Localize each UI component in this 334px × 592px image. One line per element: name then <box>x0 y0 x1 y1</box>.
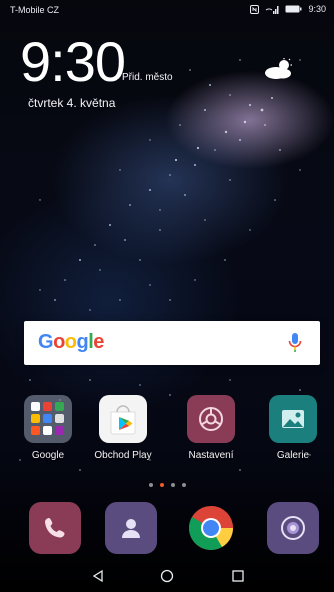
chrome-icon <box>185 502 237 554</box>
status-icons: 9:30 <box>250 4 326 14</box>
signal-icon <box>265 5 279 14</box>
google-logo-g2: g <box>76 331 89 353</box>
settings-icon <box>187 395 235 443</box>
dock-contacts[interactable] <box>96 502 166 554</box>
home-screen: T-Mobile CZ 9:30 9:30 Přid. město čtvrte… <box>0 0 334 592</box>
app-play-store[interactable]: Obchod Play <box>88 395 158 461</box>
navigation-bar <box>0 560 334 592</box>
app-label: Nastavení <box>188 450 234 461</box>
nfc-icon <box>250 4 260 14</box>
home-icon[interactable] <box>155 564 179 588</box>
clock-time[interactable]: 9:30 <box>20 34 126 90</box>
carrier-name: T-Mobile CZ <box>10 5 60 15</box>
app-label: Obchod Play <box>94 450 152 461</box>
recents-icon[interactable] <box>226 564 250 588</box>
google-logo-g1: G <box>38 331 54 353</box>
dock-chrome[interactable] <box>176 502 246 554</box>
google-logo-e: e <box>93 331 104 353</box>
page-indicator <box>0 483 334 487</box>
google-search-bar[interactable]: Google <box>24 321 320 365</box>
page-dot[interactable] <box>148 483 153 487</box>
phone-icon <box>29 502 81 554</box>
page-dot[interactable] <box>170 483 175 487</box>
app-label: Galerie <box>276 450 310 461</box>
page-dot-active[interactable] <box>159 483 164 487</box>
status-time: 9:30 <box>308 4 326 14</box>
microphone-icon[interactable] <box>286 331 304 355</box>
dock-phone[interactable] <box>20 502 90 554</box>
clock-city: Přid. město <box>122 72 173 83</box>
partly-cloudy-icon[interactable] <box>262 58 296 80</box>
back-icon[interactable] <box>86 564 110 588</box>
dock-camera[interactable] <box>258 502 328 554</box>
google-logo-o2: o <box>64 331 77 353</box>
app-settings[interactable]: Nastavení <box>176 395 246 461</box>
status-bar: T-Mobile CZ 9:30 <box>0 0 334 20</box>
clock-date[interactable]: čtvrtek 4. května <box>28 96 115 110</box>
app-google-folder[interactable]: Google <box>13 395 83 461</box>
play-store-icon <box>99 395 147 443</box>
battery-icon <box>285 5 302 13</box>
google-logo: Google <box>38 331 104 354</box>
page-dot[interactable] <box>181 483 186 487</box>
gallery-icon <box>269 395 317 443</box>
contacts-icon <box>105 502 157 554</box>
google-folder-icon <box>24 395 72 443</box>
app-label: Google <box>31 450 65 461</box>
camera-icon <box>267 502 319 554</box>
google-logo-o1: o <box>53 331 65 353</box>
app-gallery[interactable]: Galerie <box>258 395 328 461</box>
